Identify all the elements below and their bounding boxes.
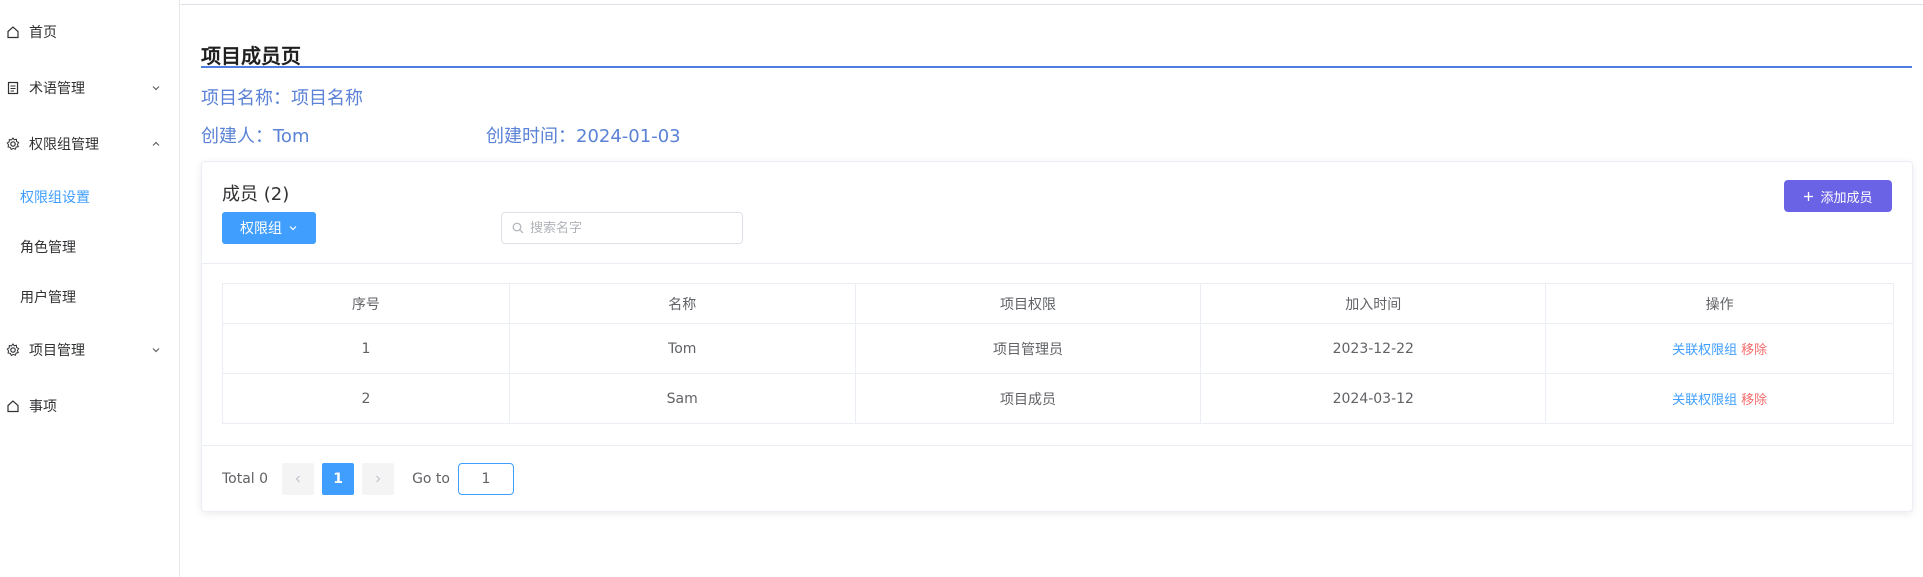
sidebar-item-permission-groups[interactable]: 权限组管理	[0, 124, 180, 164]
sidebar-item-terms[interactable]: 术语管理	[0, 68, 180, 108]
cell-role: 项目管理员	[854, 323, 1202, 374]
column-header-name: 名称	[508, 283, 856, 324]
card-footer-divider	[202, 445, 1912, 446]
search-input[interactable]	[530, 220, 730, 236]
sidebar-item-label: 术语管理	[29, 81, 85, 97]
members-title: 成员 (2)	[222, 184, 290, 205]
cell-actions: 关联权限组 移除	[1545, 373, 1894, 424]
cell-index: 2	[222, 373, 510, 424]
chevron-down-icon	[150, 344, 162, 356]
cell-joined: 2023-12-22	[1200, 323, 1547, 374]
remove-member-link[interactable]: 移除	[1741, 393, 1767, 408]
associate-permission-group-link[interactable]: 关联权限组	[1672, 393, 1737, 408]
column-header-actions: 操作	[1545, 283, 1894, 324]
associate-permission-group-link[interactable]: 关联权限组	[1672, 343, 1737, 358]
search-icon	[512, 222, 524, 234]
sidebar: 首页 术语管理 权限组管理 权限组设置 角色管理 用户管理 项目管理 事项	[0, 0, 180, 577]
card-header-divider	[202, 263, 1912, 264]
page-title: 项目成员页	[201, 44, 301, 68]
goto-label: Go to	[412, 471, 450, 487]
table-header-row: 序号 名称 项目权限 加入时间 操作	[222, 283, 1894, 324]
top-divider	[181, 4, 1923, 5]
chevron-up-icon	[150, 138, 162, 150]
created-time-text: 创建时间：2024-01-03	[486, 126, 681, 147]
cell-role: 项目成员	[854, 373, 1202, 424]
sidebar-item-projects[interactable]: 项目管理	[0, 330, 180, 370]
permission-group-button-label: 权限组	[240, 221, 282, 237]
permission-group-dropdown-button[interactable]: 权限组	[222, 212, 316, 244]
sidebar-item-roles[interactable]: 角色管理	[0, 227, 180, 267]
search-box[interactable]	[501, 212, 743, 244]
add-member-button[interactable]: 添加成员	[1784, 180, 1892, 212]
sidebar-item-matters[interactable]: 事项	[0, 386, 180, 426]
sidebar-item-label: 权限组设置	[20, 190, 90, 206]
members-card: 成员 (2) 权限组 添加成员 序号 名称 项目权限 加入时间 操作	[201, 161, 1913, 512]
gear-icon	[5, 342, 21, 358]
plus-icon	[1803, 191, 1814, 202]
home-icon	[5, 398, 21, 414]
project-name-text: 项目名称：项目名称	[201, 88, 363, 109]
remove-member-link[interactable]: 移除	[1741, 343, 1767, 358]
chevron-down-icon	[150, 82, 162, 94]
gear-icon	[5, 136, 21, 152]
column-header-role: 项目权限	[854, 283, 1202, 324]
sidebar-item-label: 用户管理	[20, 290, 76, 306]
prev-page-button[interactable]	[282, 463, 315, 495]
pagination: Total 0 1 Go to 1	[222, 463, 514, 495]
sidebar-item-label: 权限组管理	[29, 137, 99, 153]
column-header-index: 序号	[222, 283, 510, 324]
cell-actions: 关联权限组 移除	[1545, 323, 1894, 374]
add-member-label: 添加成员	[1820, 190, 1873, 206]
pagination-total: Total 0	[222, 471, 269, 487]
next-page-button[interactable]	[362, 463, 395, 495]
creator-text: 创建人：Tom	[201, 126, 310, 147]
sidebar-item-label: 首页	[29, 25, 57, 41]
chevron-down-icon	[288, 223, 298, 233]
sidebar-item-permission-settings[interactable]: 权限组设置	[0, 177, 180, 217]
title-underline	[201, 66, 1912, 68]
home-icon	[5, 24, 21, 40]
goto-page-input[interactable]: 1	[457, 463, 514, 495]
cell-index: 1	[222, 323, 510, 374]
sidebar-item-users[interactable]: 用户管理	[0, 277, 180, 317]
chevron-left-icon	[294, 474, 302, 484]
cell-joined: 2024-03-12	[1200, 373, 1547, 424]
cell-name: Sam	[508, 373, 856, 424]
table-row: 2 Sam 项目成员 2024-03-12 关联权限组 移除	[222, 373, 1894, 424]
members-table: 序号 名称 项目权限 加入时间 操作 1 Tom 项目管理员 2023-12-2…	[222, 283, 1894, 424]
column-header-joined: 加入时间	[1200, 283, 1547, 324]
document-icon	[5, 80, 21, 96]
page-number-button[interactable]: 1	[322, 463, 355, 495]
table-row: 1 Tom 项目管理员 2023-12-22 关联权限组 移除	[222, 323, 1894, 374]
cell-name: Tom	[508, 323, 856, 374]
sidebar-item-label: 角色管理	[20, 240, 76, 256]
sidebar-item-home[interactable]: 首页	[0, 12, 180, 52]
chevron-right-icon	[374, 474, 382, 484]
sidebar-item-label: 项目管理	[29, 343, 85, 359]
sidebar-item-label: 事项	[29, 399, 57, 415]
